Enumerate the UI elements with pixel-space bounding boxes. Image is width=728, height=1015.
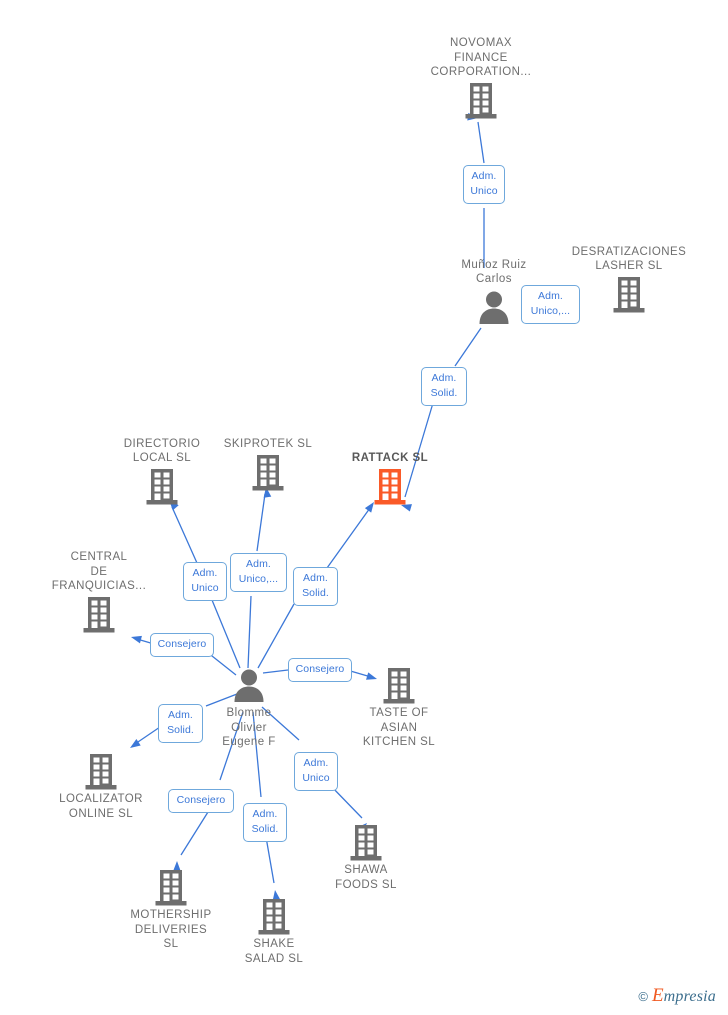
node-label-localizator-online: LOCALIZATOR ONLINE SL <box>59 793 143 820</box>
edge-label-l2[interactable]: Adm. Unico,... <box>521 285 580 324</box>
building-icon <box>406 82 556 120</box>
building-icon <box>199 898 349 936</box>
node-label-taste-of-asian-kitchen: TASTE OF ASIAN KITCHEN SL <box>362 707 436 749</box>
brand-initial: E <box>652 985 664 1006</box>
edge-label-l5[interactable]: Adm. Unico,... <box>230 553 287 592</box>
edge-label-l3[interactable]: Adm. Solid. <box>421 367 467 406</box>
building-icon <box>291 824 441 862</box>
building-icon <box>315 468 465 506</box>
graph-node-central-de-franquicias[interactable]: CENTRAL DE FRANQUICIAS... <box>24 550 174 634</box>
node-label-munoz-ruiz-carlos: Muñoz Ruiz Carlos <box>461 258 527 286</box>
edge-label-l12[interactable]: Adm. Unico <box>294 752 338 791</box>
graph-node-novomax[interactable]: NOVOMAX FINANCE CORPORATION... <box>406 36 556 120</box>
graph-node-shake-salad[interactable]: SHAKE SALAD SL <box>199 898 349 966</box>
node-label-skiprotek: SKIPROTEK SL <box>223 438 313 451</box>
graph-node-shawa-foods[interactable]: SHAWA FOODS SL <box>291 824 441 892</box>
relationship-graph-canvas[interactable]: NOVOMAX FINANCE CORPORATION... Muñoz Ruiz… <box>0 0 728 1015</box>
edge-label-l9[interactable]: Adm. Solid. <box>158 704 203 743</box>
graph-node-localizator-online[interactable]: LOCALIZATOR ONLINE SL <box>26 753 176 821</box>
node-label-shake-salad: SHAKE SALAD SL <box>244 938 304 965</box>
graph-edge-arrow-e9 <box>130 739 141 748</box>
graph-node-rattack[interactable]: RATTACK SL <box>315 451 465 506</box>
edge-label-l10[interactable]: Consejero <box>168 789 234 813</box>
edge-label-l4[interactable]: Adm. Unico <box>183 562 227 601</box>
edge-label-l7[interactable]: Consejero <box>150 633 214 657</box>
edge-label-l8[interactable]: Consejero <box>288 658 352 682</box>
node-label-shawa-foods: SHAWA FOODS SL <box>335 864 397 891</box>
node-label-novomax: NOVOMAX FINANCE CORPORATION... <box>430 37 532 79</box>
node-label-rattack: RATTACK SL <box>351 452 429 465</box>
graph-edge-arrow-e7 <box>131 635 142 644</box>
node-label-central-de-franquicias: CENTRAL DE FRANQUICIAS... <box>51 551 147 593</box>
building-icon <box>24 596 174 634</box>
copyright-symbol: © <box>638 988 649 1004</box>
building-icon <box>26 753 176 791</box>
edge-label-l1[interactable]: Adm. Unico <box>463 165 505 204</box>
brand-name: mpresia <box>663 988 716 1005</box>
node-label-desratizaciones-lasher: DESRATIZACIONES LASHER SL <box>571 245 687 273</box>
edge-label-l6[interactable]: Adm. Solid. <box>293 567 338 606</box>
edge-label-l11[interactable]: Adm. Solid. <box>243 803 287 842</box>
empresia-watermark: © Empresia <box>638 985 716 1007</box>
